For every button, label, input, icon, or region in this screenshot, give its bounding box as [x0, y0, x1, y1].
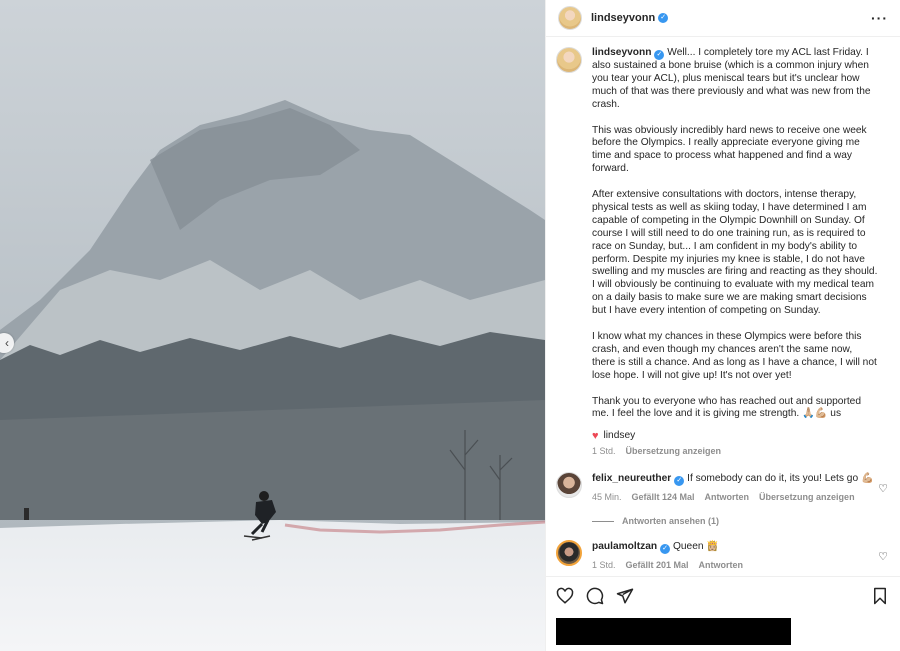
heart-icon[interactable]: ♡ — [878, 482, 888, 495]
caption: lindseyvonn ✓ Well... I completely tore m… — [556, 47, 888, 458]
verified-badge-icon: ✓ — [658, 13, 669, 23]
avatar[interactable] — [556, 472, 582, 499]
comment-likes[interactable]: Gefällt 201 Mal — [626, 559, 689, 572]
comment-icon[interactable] — [586, 587, 604, 605]
avatar[interactable] — [556, 540, 582, 567]
red-heart-icon: ♥ — [592, 430, 599, 443]
post-footer — [546, 576, 900, 651]
post-photo[interactable]: ‹ — [0, 0, 545, 651]
post-side-panel: lindseyvonn ✓ ··· lindseyvonn ✓ Well... I… — [545, 0, 900, 651]
post-time: 1 Std. — [592, 446, 616, 457]
author-username[interactable]: lindseyvonn — [591, 12, 655, 24]
signature-text: lindsey — [603, 430, 636, 442]
comments-feed[interactable]: lindseyvonn ✓ Well... I completely tore m… — [546, 37, 900, 576]
caption-username[interactable]: lindseyvonn — [592, 47, 651, 58]
comment: felix_neureuther ✓ If somebody can do it,… — [556, 472, 888, 504]
heart-icon[interactable] — [556, 587, 574, 605]
comment: paulamoltzan ✓ Queen 👸🏼 1 Std. Gefällt 20… — [556, 540, 888, 572]
more-horizontal-icon[interactable]: ··· — [871, 10, 888, 26]
bookmark-icon[interactable] — [872, 587, 888, 605]
action-bar — [546, 577, 900, 605]
caption-meta: 1 Std. Übersetzung anzeigen — [592, 445, 878, 458]
share-icon[interactable] — [616, 587, 634, 605]
translate-link[interactable]: Übersetzung anzeigen — [759, 491, 855, 504]
redacted-area — [556, 618, 791, 645]
caption-paragraph: Thank you to everyone who has reached ou… — [592, 395, 862, 420]
avatar[interactable] — [558, 6, 582, 30]
view-replies[interactable]: Antworten ansehen (1) — [592, 516, 888, 526]
caption-paragraph: After extensive consultations with docto… — [592, 189, 878, 317]
signature: ♥ lindsey — [592, 430, 878, 443]
reply-button[interactable]: Antworten — [705, 491, 750, 504]
heart-icon[interactable]: ♡ — [878, 550, 888, 563]
ski-slope-image — [0, 0, 545, 651]
caption-paragraph: This was obviously incredibly hard news … — [592, 124, 867, 175]
comment-time: 45 Min. — [592, 492, 622, 503]
verified-badge-icon: ✓ — [654, 50, 665, 60]
verified-badge-icon: ✓ — [674, 476, 685, 487]
caption-paragraph: I know what my chances in these Olympics… — [592, 330, 877, 381]
comment-text: Queen 👸🏼 — [672, 541, 720, 553]
verified-badge-icon: ✓ — [660, 544, 671, 555]
comment-time: 1 Std. — [592, 560, 616, 571]
comment-username[interactable]: paulamoltzan — [592, 541, 657, 552]
comment-likes[interactable]: Gefällt 124 Mal — [632, 491, 695, 504]
reply-button[interactable]: Antworten — [699, 559, 744, 572]
comment-username[interactable]: felix_neureuther — [592, 473, 671, 484]
post-header: lindseyvonn ✓ ··· — [546, 0, 900, 37]
avatar[interactable] — [556, 47, 582, 73]
view-replies-label[interactable]: Antworten ansehen (1) — [622, 516, 719, 526]
translate-link[interactable]: Übersetzung anzeigen — [626, 445, 722, 458]
comment-text: If somebody can do it, its you! Lets go … — [687, 473, 874, 485]
